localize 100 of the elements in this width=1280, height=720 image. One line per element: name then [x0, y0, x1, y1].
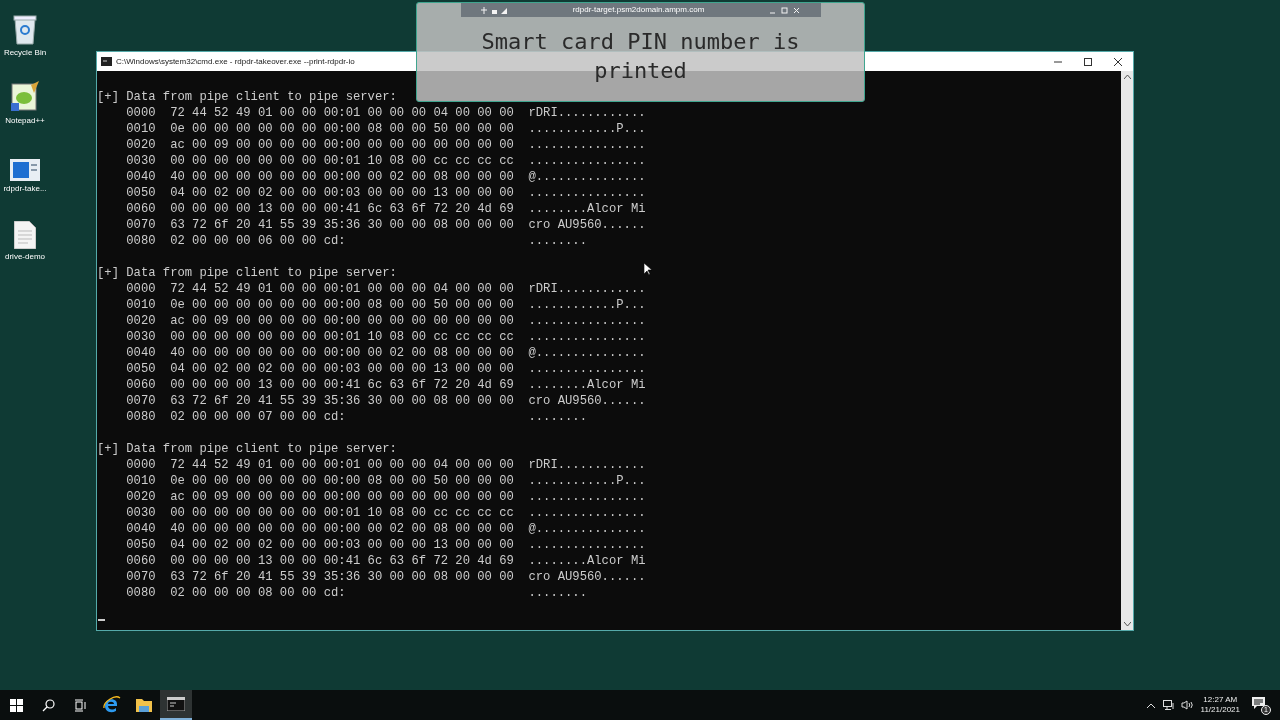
window-icon — [10, 159, 40, 181]
taskbar-button[interactable] — [160, 690, 192, 720]
scroll-up-icon[interactable] — [1123, 74, 1131, 79]
hex-bytes: 00 00 00 00 00 00 00 00:01 10 08 00 cc cc cc cc — [170, 330, 514, 344]
hex-offset: 0060 — [126, 377, 157, 393]
hex-bytes: ac 00 09 00 00 00 00 00:00 00 00 00 00 00 00 00 — [170, 314, 514, 328]
task-view-icon[interactable] — [73, 698, 87, 712]
hex-offset: 0030 — [126, 505, 157, 521]
hex-offset: 0050 — [126, 361, 157, 377]
ascii-text: cro AU9560...... — [528, 569, 646, 585]
ascii-text: ................ — [528, 313, 646, 329]
maximize-icon[interactable] — [1084, 57, 1092, 66]
ascii-text: ................ — [528, 361, 646, 377]
ascii-text: cro AU9560...... — [528, 217, 646, 233]
console-line: [+] Data from pipe client to pipe server: — [97, 441, 397, 457]
clock-time[interactable]: 12:27 AM — [1203, 695, 1238, 705]
windows-logo-icon[interactable] — [9, 698, 23, 712]
hex-offset: 0070 — [126, 569, 157, 585]
ascii-text: ............P... — [528, 297, 646, 313]
hex-bytes: 63 72 6f 20 41 55 39 35:36 30 00 00 08 00 00 00 — [170, 570, 514, 584]
hex-bytes: 72 44 52 49 01 00 00 00:01 00 00 00 04 00 00 00 — [170, 282, 514, 296]
hex-bytes: 04 00 02 00 02 00 00 00:03 00 00 00 13 00 00 00 — [170, 186, 514, 200]
ascii-text: ................ — [528, 537, 646, 553]
ascii-text: cro AU9560...... — [528, 393, 646, 409]
ascii-text: ................ — [528, 185, 646, 201]
clock-date[interactable]: 11/21/2021 — [1200, 705, 1240, 715]
ascii-text: @............... — [528, 169, 646, 185]
hex-offset: 0080 — [126, 585, 157, 601]
folder-icon[interactable] — [136, 698, 152, 712]
notification-icon[interactable] — [1252, 697, 1265, 710]
connection-host: rdpdr-target.psm2domain.ampm.com — [572, 4, 705, 16]
hex-offset: 0000 — [126, 281, 157, 297]
desktop-icon-label[interactable]: Notepad++ — [5, 116, 45, 126]
recycle-bin-icon — [12, 13, 38, 45]
notepad-icon — [9, 81, 41, 113]
ascii-text: ................ — [528, 329, 646, 345]
ascii-text: ............P... — [528, 121, 646, 137]
desktop-icon-label[interactable]: rdpdr-take... — [3, 184, 47, 194]
hex-offset: 0020 — [126, 137, 157, 153]
hex-offset: 0000 — [126, 457, 157, 473]
hex-bytes: 63 72 6f 20 41 55 39 35:36 30 00 00 08 00 00 00 — [170, 394, 514, 408]
scroll-down-icon[interactable] — [1123, 622, 1131, 627]
ascii-text: ........Alcor Mi — [528, 377, 646, 393]
scrollbar[interactable] — [1121, 71, 1133, 630]
hex-bytes: 00 00 00 00 13 00 00 00:41 6c 63 6f 72 20 4d 69 — [170, 378, 514, 392]
ascii-text: ............P... — [528, 473, 646, 489]
ascii-text: @............... — [528, 521, 646, 537]
terminal-icon[interactable] — [167, 697, 185, 711]
hex-bytes: 72 44 52 49 01 00 00 00:01 00 00 00 04 00 00 00 — [170, 458, 514, 472]
desktop-icon-label[interactable]: drive-demo — [5, 252, 45, 262]
network-icon[interactable] — [1162, 700, 1175, 710]
ascii-text: ................ — [528, 153, 646, 169]
hex-offset: 0040 — [126, 169, 157, 185]
speaker-icon[interactable] — [1180, 700, 1193, 710]
hex-offset: 0010 — [126, 473, 157, 489]
window-title: C:\Windows\system32\cmd.exe - rdpdr-takeover.exe --print-rdpdr-io — [116, 55, 355, 68]
hex-offset: 0040 — [126, 345, 157, 361]
hex-offset: 0020 — [126, 313, 157, 329]
chevron-up-icon[interactable] — [1146, 702, 1155, 708]
window-controls-icon — [770, 6, 801, 14]
ascii-text: rDRI............ — [528, 457, 646, 473]
close-icon[interactable] — [1114, 57, 1122, 66]
ascii-text: rDRI............ — [528, 105, 646, 121]
hex-bytes: 00 00 00 00 00 00 00 00:01 10 08 00 cc cc cc cc — [170, 506, 514, 520]
browser-e-icon[interactable] — [103, 696, 121, 714]
hex-bytes: 0e 00 00 00 00 00 00 00:00 08 00 00 50 00 00 00 — [170, 122, 514, 136]
hex-offset: 0070 — [126, 393, 157, 409]
hex-bytes: 0e 00 00 00 00 00 00 00:00 08 00 00 50 00 00 00 — [170, 474, 514, 488]
ascii-text: @............... — [528, 345, 646, 361]
hex-bytes: 40 00 00 00 00 00 00 00:00 00 02 00 08 00 00 00 — [170, 170, 514, 184]
hex-bytes: 00 00 00 00 00 00 00 00:01 10 08 00 cc cc cc cc — [170, 154, 514, 168]
ascii-text: rDRI............ — [528, 281, 646, 297]
hex-offset: 0060 — [126, 201, 157, 217]
hex-bytes: 63 72 6f 20 41 55 39 35:36 30 00 00 08 00 00 00 — [170, 218, 514, 232]
hex-offset: 0030 — [126, 153, 157, 169]
hex-bytes: 0e 00 00 00 00 00 00 00:00 08 00 00 50 00 00 00 — [170, 298, 514, 312]
search-icon[interactable] — [41, 698, 55, 712]
ascii-text: ................ — [528, 505, 646, 521]
hex-bytes: 02 00 00 00 07 00 00 cd: — [170, 410, 346, 424]
hex-offset: 0050 — [126, 185, 157, 201]
ascii-text: ........ — [528, 585, 587, 601]
mouse-pointer-icon — [644, 263, 652, 275]
hex-bytes: 04 00 02 00 02 00 00 00:03 00 00 00 13 00 00 00 — [170, 362, 514, 376]
hex-offset: 0010 — [126, 121, 157, 137]
ascii-text: ........ — [528, 409, 587, 425]
ascii-text: ................ — [528, 137, 646, 153]
hex-bytes: 72 44 52 49 01 00 00 00:01 00 00 00 04 00 00 00 — [170, 106, 514, 120]
hex-offset: 0030 — [126, 329, 157, 345]
hex-offset: 0040 — [126, 521, 157, 537]
hex-offset: 0060 — [126, 553, 157, 569]
hex-bytes: 02 00 00 00 08 00 00 cd: — [170, 586, 346, 600]
desktop-icon-label[interactable]: Recycle Bin — [3, 48, 47, 58]
hex-bytes: ac 00 09 00 00 00 00 00:00 00 00 00 00 00 00 00 — [170, 138, 514, 152]
hex-offset: 0010 — [126, 297, 157, 313]
hex-bytes: 04 00 02 00 02 00 00 00:03 00 00 00 13 00 00 00 — [170, 538, 514, 552]
hex-bytes: 00 00 00 00 13 00 00 00:41 6c 63 6f 72 20 4d 69 — [170, 202, 514, 216]
hex-offset: 0050 — [126, 537, 157, 553]
hex-bytes: 40 00 00 00 00 00 00 00:00 00 02 00 08 00 00 00 — [170, 522, 514, 536]
console-line: [+] Data from pipe client to pipe server: — [97, 89, 397, 105]
text-cursor — [98, 619, 105, 621]
